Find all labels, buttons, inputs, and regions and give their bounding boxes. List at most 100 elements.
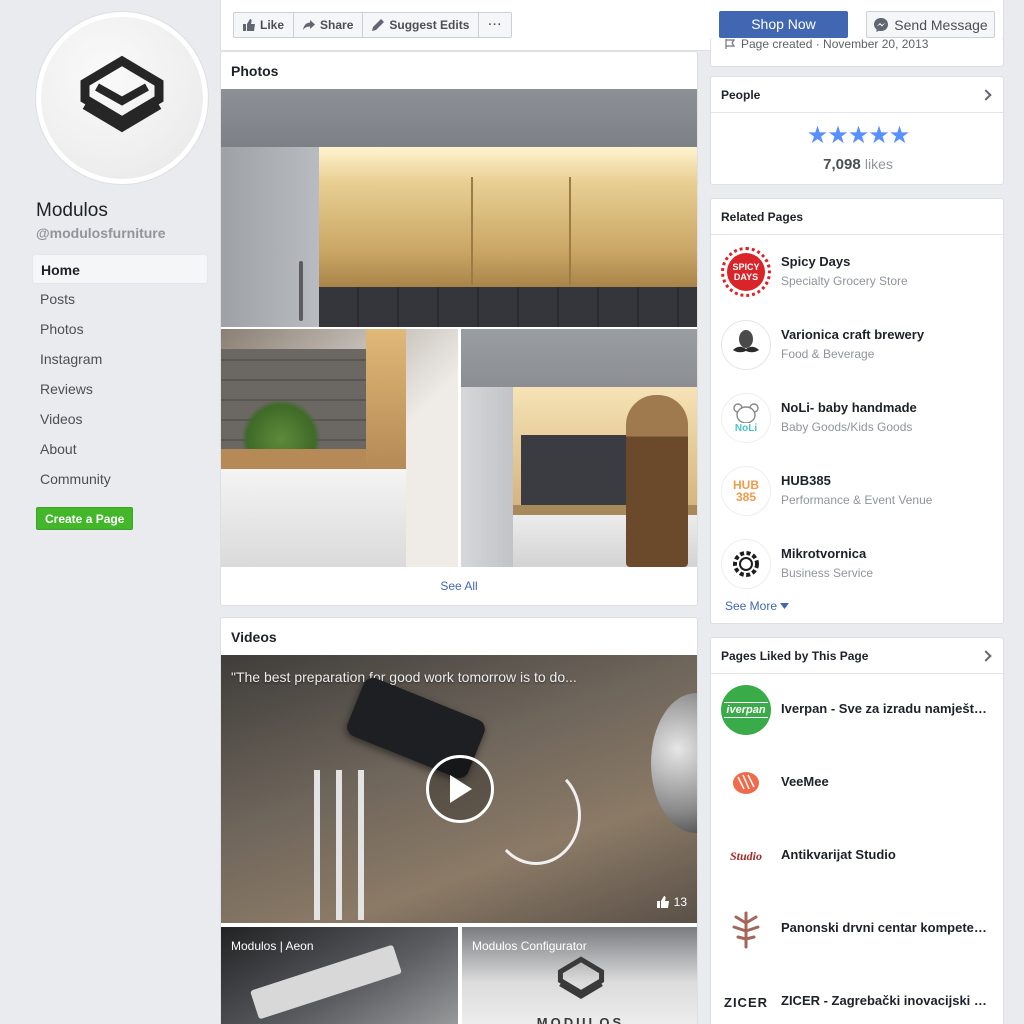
nav-item-home[interactable]: Home — [32, 254, 208, 284]
liked-page-name[interactable]: VeeMee — [781, 774, 991, 789]
photo-kitchen-cabinets[interactable] — [221, 89, 697, 327]
white-cabinets — [221, 469, 406, 567]
people-header[interactable]: People — [711, 77, 1003, 113]
pencil-icon — [372, 19, 385, 31]
nav-item-posts[interactable]: Posts — [32, 284, 208, 314]
keyboard-prop — [250, 944, 402, 1020]
tree-icon — [732, 911, 760, 949]
spicy-days-badge: SPICY DAYS — [727, 253, 765, 291]
video-likes: 13 — [656, 895, 687, 909]
video-thumb-caption: Modulos Configurator — [472, 939, 587, 953]
share-icon — [303, 20, 316, 30]
likes-label: likes — [864, 156, 893, 172]
upper-cabinet-frame — [221, 89, 697, 147]
people-title: People — [721, 87, 761, 102]
share-button[interactable]: Share — [294, 13, 364, 37]
chevron-right-icon — [980, 88, 992, 101]
liked-page-item[interactable]: VeeMee — [721, 758, 1001, 808]
backsplash-tiles — [319, 287, 697, 327]
modulos-logo-icon — [80, 55, 164, 133]
plants — [241, 399, 321, 449]
related-page-item[interactable]: HUB 385 HUB385 Performance & Event Venue — [721, 466, 1001, 516]
cable-prop — [491, 765, 581, 865]
nav-item-about[interactable]: About — [32, 434, 208, 464]
liked-page-item[interactable]: Panonski drvni centar kompetencija — [721, 904, 1001, 954]
photos-see-all-link[interactable]: See All — [221, 579, 697, 593]
video-thumb-configurator[interactable]: Modulos Configurator MODULOS — [462, 927, 697, 1024]
related-pages-header: Related Pages — [711, 199, 1003, 235]
liked-page-name[interactable]: Iverpan - Sve za izradu namještaja — [781, 701, 991, 716]
play-button[interactable] — [426, 755, 494, 823]
likes-summary: 7,098 likes — [711, 156, 1003, 173]
photo-kitchen-person[interactable] — [461, 329, 697, 567]
related-page-category: Food & Beverage — [781, 347, 875, 361]
nav-item-instagram[interactable]: Instagram — [32, 344, 208, 374]
pages-liked-title: Pages Liked by This Page — [721, 648, 869, 663]
related-page-item[interactable]: Varionica craft brewery Food & Beverage — [721, 320, 1001, 370]
suggest-edits-label: Suggest Edits — [389, 18, 470, 32]
pages-liked-header[interactable]: Pages Liked by This Page — [711, 638, 1003, 674]
photos-card: Photos See All — [220, 51, 698, 606]
send-message-button[interactable]: Send Message — [866, 11, 995, 38]
people-card: People ★★★★★ 7,098 likes — [710, 76, 1004, 185]
liked-page-name[interactable]: Panonski drvni centar kompetencija — [781, 920, 991, 935]
related-page-name[interactable]: Mikrotvornica — [781, 546, 991, 561]
antikvarijat-logo-icon: Studio — [721, 831, 771, 881]
wood-panel-line-2 — [569, 177, 571, 285]
liked-page-item[interactable]: Studio Antikvarijat Studio — [721, 831, 1001, 881]
related-page-text: NoLi- baby handmade Baby Goods/Kids Good… — [781, 393, 991, 434]
antikvarijat-wordmark: Studio — [729, 848, 762, 863]
suggest-edits-button[interactable]: Suggest Edits — [363, 13, 480, 37]
chevron-right-icon — [980, 649, 992, 662]
mikrotvornica-logo-icon — [721, 539, 771, 589]
hub385-logo-icon: HUB 385 — [721, 466, 771, 516]
liked-page-name[interactable]: Antikvarijat Studio — [781, 847, 991, 862]
photos-title[interactable]: Photos — [231, 63, 278, 79]
likes-count: 7,098 — [823, 156, 861, 173]
thumbs-up-icon — [656, 896, 669, 908]
hop-mustache-icon — [733, 330, 759, 353]
videos-title[interactable]: Videos — [231, 629, 277, 645]
messenger-icon — [874, 17, 889, 32]
video-caption: "The best preparation for good work tomo… — [231, 669, 577, 685]
zicer-wordmark: ZICER — [724, 994, 768, 1010]
modulos-logo-icon — [557, 956, 605, 1000]
gear-icon — [733, 551, 759, 577]
video-thumb-caption: Modulos | Aeon — [231, 939, 314, 953]
video-thumb-aeon[interactable]: Modulos | Aeon — [221, 927, 458, 1024]
about-partial-card: Page created · November 20, 2013 — [710, 38, 1004, 67]
like-button[interactable]: Like — [234, 13, 295, 37]
related-page-name[interactable]: HUB385 — [781, 473, 991, 488]
related-page-item[interactable]: NoLi NoLi- baby handmade Baby Goods/Kids… — [721, 393, 1001, 443]
photo-kitchen-shelf[interactable] — [221, 329, 458, 567]
wood-side-panel — [366, 329, 406, 469]
related-page-name[interactable]: Spicy Days — [781, 254, 991, 269]
liked-page-name[interactable]: ZICER - Zagrebački inovacijski centar — [781, 993, 991, 1008]
veemee-logo-icon — [721, 758, 771, 808]
teddy-bear-icon — [733, 402, 759, 423]
related-page-item[interactable]: Mikrotvornica Business Service — [721, 539, 1001, 589]
create-page-button[interactable]: Create a Page — [36, 507, 134, 530]
nav-item-videos[interactable]: Videos — [32, 404, 208, 434]
liked-page-item[interactable]: ZICER ZICER - Zagrebački inovacijski cen… — [721, 977, 1001, 1024]
related-pages-title: Related Pages — [721, 209, 804, 224]
spicy-days-logo-icon: SPICY DAYS — [721, 247, 771, 297]
more-options-button[interactable]: ··· — [479, 13, 511, 37]
profile-picture[interactable] — [41, 17, 203, 179]
liked-page-item[interactable]: iverpan Iverpan - Sve za izradu namješta… — [721, 685, 1001, 735]
pens-prop — [306, 770, 366, 920]
related-page-category: Baby Goods/Kids Goods — [781, 420, 913, 434]
nav-item-photos[interactable]: Photos — [32, 314, 208, 344]
related-page-item[interactable]: SPICY DAYS Spicy Days Specialty Grocery … — [721, 247, 1001, 297]
page-name[interactable]: Modulos — [36, 200, 108, 222]
page-handle[interactable]: @modulosfurniture — [36, 225, 166, 241]
caret-down-icon — [780, 603, 790, 609]
nav-item-community[interactable]: Community — [32, 464, 208, 494]
related-page-name[interactable]: Varionica craft brewery — [781, 327, 991, 342]
shop-now-button[interactable]: Shop Now — [719, 11, 848, 38]
nav-item-reviews[interactable]: Reviews — [32, 374, 208, 404]
page-created-label: Page created · November 20, 2013 — [741, 38, 929, 51]
related-page-name[interactable]: NoLi- baby handmade — [781, 400, 991, 415]
see-more-link[interactable]: See More — [725, 599, 790, 613]
featured-video[interactable]: "The best preparation for good work tomo… — [221, 655, 697, 923]
